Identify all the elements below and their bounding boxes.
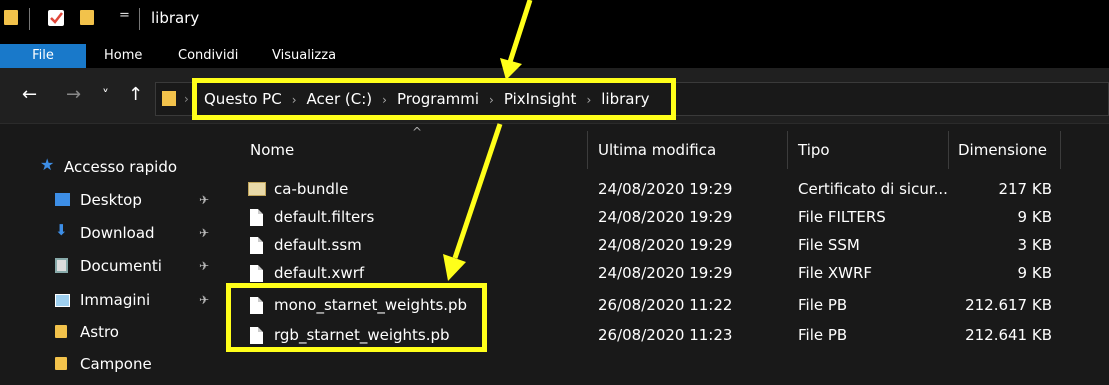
- download-icon: ⬇: [55, 221, 68, 239]
- sidebar-item-campone[interactable]: Campone: [80, 353, 152, 375]
- table-row[interactable]: default.ssm 24/08/2020 19:29 File SSM 3 …: [220, 231, 1109, 259]
- pictures-icon: [55, 294, 70, 307]
- column-divider[interactable]: [787, 131, 788, 169]
- certificate-icon: [248, 182, 266, 196]
- file-modified: 24/08/2020 19:29: [598, 208, 733, 226]
- desktop-icon: [55, 193, 70, 206]
- column-divider[interactable]: [587, 131, 588, 169]
- pin-icon[interactable]: ✈: [199, 293, 209, 307]
- file-type: File SSM: [798, 236, 860, 254]
- file-icon: [250, 265, 263, 282]
- annotation-box-files: [226, 283, 487, 352]
- file-modified: 26/08/2020 11:22: [598, 296, 733, 314]
- column-header-type[interactable]: Tipo: [798, 131, 830, 169]
- forward-icon[interactable]: →: [66, 84, 81, 105]
- file-size: 9 KB: [1017, 208, 1052, 226]
- file-type: File FILTERS: [798, 208, 886, 226]
- file-type: Certificato di sicur...: [798, 180, 948, 198]
- file-type: File PB: [798, 326, 848, 344]
- file-size: 217 KB: [998, 180, 1052, 198]
- file-size: 9 KB: [1017, 264, 1052, 282]
- properties-icon[interactable]: [48, 10, 64, 26]
- title-bar: = library: [0, 0, 1109, 44]
- separator: [139, 8, 140, 30]
- recent-locations-icon[interactable]: ˅: [102, 88, 109, 104]
- window-title: library: [151, 9, 200, 27]
- folder-icon: [55, 325, 67, 338]
- tab-home[interactable]: Home: [104, 44, 142, 68]
- documents-icon: [55, 258, 68, 273]
- tab-file[interactable]: File: [0, 44, 86, 68]
- ribbon-tabs: File Home Condividi Visualizza: [0, 44, 1109, 68]
- file-modified: 24/08/2020 19:29: [598, 180, 733, 198]
- column-divider[interactable]: [1060, 131, 1061, 169]
- sidebar-item-documenti[interactable]: Documenti: [80, 255, 162, 277]
- file-type: File XWRF: [798, 264, 873, 282]
- up-icon[interactable]: ↑: [128, 84, 143, 105]
- pin-icon[interactable]: ✈: [199, 226, 209, 240]
- back-icon[interactable]: ←: [22, 84, 37, 105]
- column-header-name[interactable]: Nome: [250, 131, 294, 169]
- tab-visualizza[interactable]: Visualizza: [272, 44, 336, 68]
- column-header-modified[interactable]: Ultima modifica: [598, 131, 716, 169]
- pin-icon[interactable]: ✈: [199, 193, 209, 207]
- column-header-size[interactable]: Dimensione: [958, 131, 1047, 169]
- file-name: default.filters: [274, 208, 375, 226]
- qat-dropdown-icon[interactable]: =: [119, 8, 130, 23]
- star-icon: ★: [40, 155, 55, 174]
- sidebar-item-desktop[interactable]: Desktop: [80, 189, 142, 211]
- folder-icon: [55, 357, 67, 370]
- sidebar-item-astro[interactable]: Astro: [80, 321, 119, 343]
- folder-icon: [4, 10, 18, 25]
- separator: [29, 8, 30, 30]
- file-type: File PB: [798, 296, 848, 314]
- file-size: 212.641 KB: [965, 326, 1052, 344]
- sidebar-item-quick-access[interactable]: Accesso rapido: [64, 156, 177, 178]
- file-size: 212.617 KB: [965, 296, 1052, 314]
- table-row[interactable]: default.filters 24/08/2020 19:29 File FI…: [220, 203, 1109, 231]
- annotation-box-path: [192, 78, 676, 120]
- file-modified: 24/08/2020 19:29: [598, 264, 733, 282]
- sort-ascending-icon: ^: [412, 125, 423, 139]
- file-size: 3 KB: [1017, 236, 1052, 254]
- file-name: ca-bundle: [274, 180, 349, 198]
- navigation-pane: ★ Accesso rapido Desktop ✈ ⬇ Download ✈ …: [0, 125, 220, 385]
- pin-icon[interactable]: ✈: [199, 259, 209, 273]
- file-name: default.ssm: [274, 236, 362, 254]
- file-modified: 26/08/2020 11:23: [598, 326, 733, 344]
- table-row[interactable]: ca-bundle 24/08/2020 19:29 Certificato d…: [220, 175, 1109, 203]
- sidebar-item-immagini[interactable]: Immagini: [80, 289, 150, 311]
- chevron-right-icon: ›: [184, 92, 189, 106]
- column-divider[interactable]: [948, 131, 949, 169]
- file-icon: [250, 237, 263, 254]
- file-modified: 24/08/2020 19:29: [598, 236, 733, 254]
- sidebar-item-download[interactable]: Download: [80, 222, 155, 244]
- folder-icon: [162, 91, 176, 106]
- tab-condividi[interactable]: Condividi: [178, 44, 238, 68]
- new-folder-icon[interactable]: [80, 10, 94, 25]
- file-icon: [250, 209, 263, 226]
